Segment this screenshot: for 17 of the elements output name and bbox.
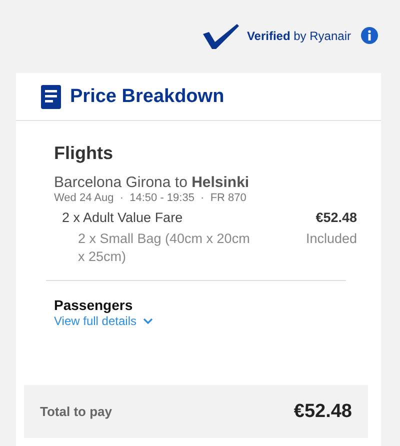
passengers-heading: Passengers [54,297,134,313]
checkmark-logo-icon [200,22,241,50]
info-icon[interactable] [361,27,378,44]
flights-heading: Flights [54,143,114,164]
total-label: Total to pay [40,404,112,419]
chevron-icon [142,318,152,324]
item-price: Included [306,230,357,248]
item-price: €52.48 [316,209,357,227]
item-label: 2 x Adult Value Fare [62,209,183,227]
flight-details: Wed 24 Aug · 14:50 - 19:35 · FR 870 [54,192,248,204]
verified-label: Verified by Ryanair [246,28,351,42]
route-text: Barcelona Girona to Helsinki [54,174,250,191]
item-label: 2 x Small Bag (40cm x 20cm x 25cm) [78,230,251,266]
total-amount: €52.48 [294,400,352,422]
view-details-link[interactable]: View full details [54,314,152,328]
document-icon [41,84,61,108]
card-title: Price Breakdown [70,86,224,108]
